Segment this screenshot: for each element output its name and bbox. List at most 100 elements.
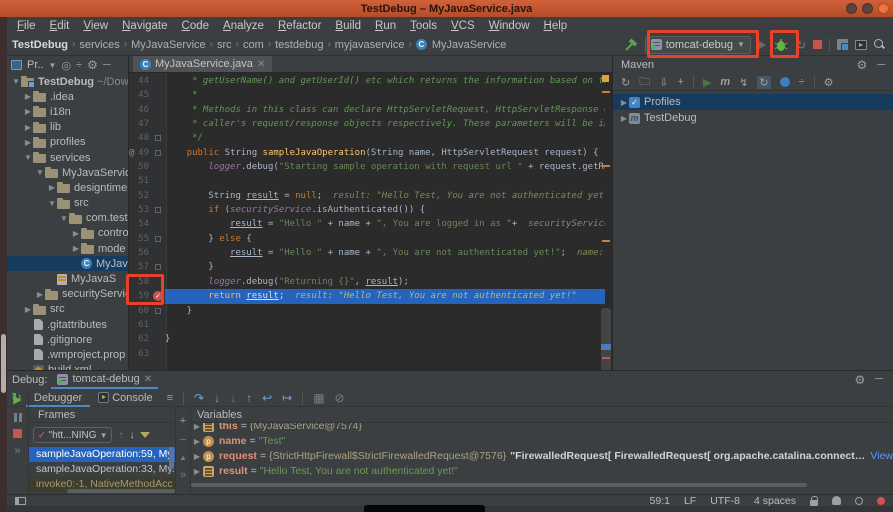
chevron-expanded-icon[interactable]: ▼	[35, 168, 45, 177]
breadcrumb-item[interactable]: TestDebug	[12, 39, 68, 51]
project-tree-item[interactable]: ▼services	[7, 150, 128, 165]
scrollbar-thumb[interactable]	[601, 308, 611, 370]
remove-watch-icon[interactable]: −	[180, 434, 186, 446]
stop-button[interactable]	[813, 40, 822, 49]
project-tree-item[interactable]: build.xml	[7, 363, 128, 370]
step-out-icon[interactable]: ↑	[246, 391, 252, 405]
thread-selector[interactable]: ✓ "htt...NING ▼	[33, 427, 112, 443]
gear-icon[interactable]: ⚙	[856, 59, 867, 71]
menu-item-file[interactable]: File	[10, 20, 43, 32]
chevron-collapsed-icon[interactable]: ▶	[191, 449, 203, 464]
breadcrumb-item[interactable]: services	[79, 39, 119, 51]
more-icon[interactable]: »	[14, 445, 20, 457]
code-line[interactable]: 54 result = "Hello " + name + ", You are…	[129, 217, 605, 231]
fold-marker-icon[interactable]	[155, 207, 161, 213]
build-hammer-icon[interactable]	[624, 38, 638, 52]
chevron-collapsed-icon[interactable]: ▶	[71, 244, 81, 253]
window-maximize-button[interactable]	[862, 3, 873, 14]
project-tree-item[interactable]: ▶securityServic	[7, 287, 128, 302]
lock-icon[interactable]	[810, 500, 818, 506]
maven-tree-item[interactable]: ▶mTestDebug	[613, 110, 893, 126]
code-line[interactable]: 60 }	[129, 304, 605, 318]
code-line[interactable]: 56 result = "Hello " + name + ", You are…	[129, 246, 605, 260]
maven-tree-item[interactable]: ▶✓Profiles	[613, 94, 893, 110]
code-line[interactable]: 48 */	[129, 131, 605, 145]
inspection-status-icon[interactable]	[602, 75, 609, 82]
chevron-collapsed-icon[interactable]: ▶	[191, 434, 203, 449]
editor-scrollbar[interactable]	[600, 73, 612, 370]
chevron-collapsed-icon[interactable]: ▶	[23, 305, 33, 314]
project-structure-icon[interactable]	[837, 39, 848, 50]
menu-item-build[interactable]: Build	[328, 20, 368, 32]
code-line[interactable]: 63	[129, 347, 605, 361]
chevron-expanded-icon[interactable]: ▼	[59, 214, 69, 223]
chevron-collapsed-icon[interactable]: ▶	[23, 138, 33, 147]
project-tree-item[interactable]: ▶mode	[7, 241, 128, 256]
tab-console[interactable]: Console	[90, 389, 160, 407]
maven-settings-icon[interactable]: ⚙	[824, 76, 834, 89]
code-line[interactable]: 55 } else {	[129, 232, 605, 246]
caret-position[interactable]: 59:1	[650, 495, 670, 507]
window-close-button[interactable]	[878, 3, 889, 14]
hide-panel-icon[interactable]: ─	[875, 374, 883, 386]
view-link[interactable]: View	[870, 449, 893, 464]
run-button[interactable]	[758, 40, 766, 50]
menu-item-view[interactable]: View	[76, 20, 115, 32]
code-line[interactable]: 50 logger.debug("Starting sample operati…	[129, 160, 605, 174]
code-line[interactable]: 45 *	[129, 88, 605, 102]
code-line[interactable]: 59✓ return result; result: "Hello Test, …	[129, 289, 605, 303]
project-tree-item[interactable]: ▶i18n	[7, 104, 128, 119]
add-icon[interactable]: +	[677, 76, 683, 88]
code-line[interactable]: 57 }	[129, 260, 605, 274]
menu-item-help[interactable]: Help	[537, 20, 575, 32]
code-line[interactable]: 58 logger.debug("Returning {}", result);	[129, 275, 605, 289]
highlighting-level-icon[interactable]	[832, 496, 841, 505]
warning-stripe[interactable]	[602, 165, 610, 167]
chevron-collapsed-icon[interactable]: ▶	[23, 123, 33, 132]
code-line[interactable]: 46 * Methods in this class can declare H…	[129, 103, 605, 117]
fold-marker-icon[interactable]	[155, 150, 161, 156]
variable-row[interactable]: ▶pname="Test"	[191, 434, 893, 449]
variable-row[interactable]: ▶this={MyJavaService@7574}	[191, 423, 893, 434]
frame-item[interactable]: sampleJavaOperation:33, My.	[29, 462, 175, 477]
resume-icon[interactable]: ▶	[13, 393, 21, 406]
chevron-expanded-icon[interactable]: ▼	[23, 153, 33, 162]
step-into-icon[interactable]: ↓	[214, 391, 220, 405]
indent-style[interactable]: 4 spaces	[754, 495, 796, 507]
variable-row[interactable]: ▶result="Hello Test, You are not authent…	[191, 464, 893, 479]
offline-mode-icon[interactable]	[780, 77, 790, 87]
layout-settings-icon[interactable]: ≡	[167, 392, 173, 404]
frame-down-icon[interactable]: ↓	[129, 430, 134, 441]
project-tree-item[interactable]: ▼com.test	[7, 211, 128, 226]
menu-item-navigate[interactable]: Navigate	[115, 20, 174, 32]
fold-marker-icon[interactable]	[155, 308, 161, 314]
editor-tab[interactable]: C MyJavaService.java ✕	[133, 56, 272, 72]
close-icon[interactable]: ✕	[144, 374, 152, 385]
code-line[interactable]: 53 if (securityService.isAuthenticated()…	[129, 203, 605, 217]
collapse-all-icon[interactable]: ÷	[799, 76, 805, 88]
collapse-all-icon[interactable]: ÷	[76, 59, 82, 71]
breadcrumb-item[interactable]: MyJavaService	[131, 39, 206, 51]
breadcrumb-item[interactable]: testdebug	[275, 39, 323, 51]
warning-stripe[interactable]	[602, 91, 610, 93]
pause-icon[interactable]	[14, 413, 22, 422]
filter-icon[interactable]	[140, 432, 150, 438]
line-separator[interactable]: LF	[684, 495, 696, 507]
code-line[interactable]: 47 * caller's request/response objects r…	[129, 117, 605, 131]
code-line[interactable]: 52 String result = null; result: "Hello …	[129, 189, 605, 203]
frame-item[interactable]: sampleJavaOperation:59, My.	[29, 447, 175, 462]
run-to-cursor-icon[interactable]: ↦	[282, 391, 292, 405]
code-line[interactable]: 51	[129, 174, 605, 188]
menu-item-window[interactable]: Window	[482, 20, 537, 32]
chevron-collapsed-icon[interactable]: ▶	[191, 464, 203, 479]
variable-row[interactable]: ▶prequest={StrictHttpFirewall$StrictFire…	[191, 449, 893, 464]
mute-breakpoints-icon[interactable]: ⊘	[335, 391, 345, 405]
project-tree-item[interactable]: ▶lib	[7, 120, 128, 135]
skip-tests-icon[interactable]: ↯	[739, 76, 748, 89]
locate-file-icon[interactable]: ◎	[61, 59, 71, 72]
project-tree-item[interactable]: MyJavaS	[7, 271, 128, 286]
event-log-icon[interactable]	[877, 497, 885, 505]
gear-icon[interactable]: ⚙	[87, 59, 98, 71]
background-tasks-icon[interactable]	[855, 497, 863, 505]
code-line[interactable]: 44 * getUserName() and getUserId() etc w…	[129, 74, 605, 88]
